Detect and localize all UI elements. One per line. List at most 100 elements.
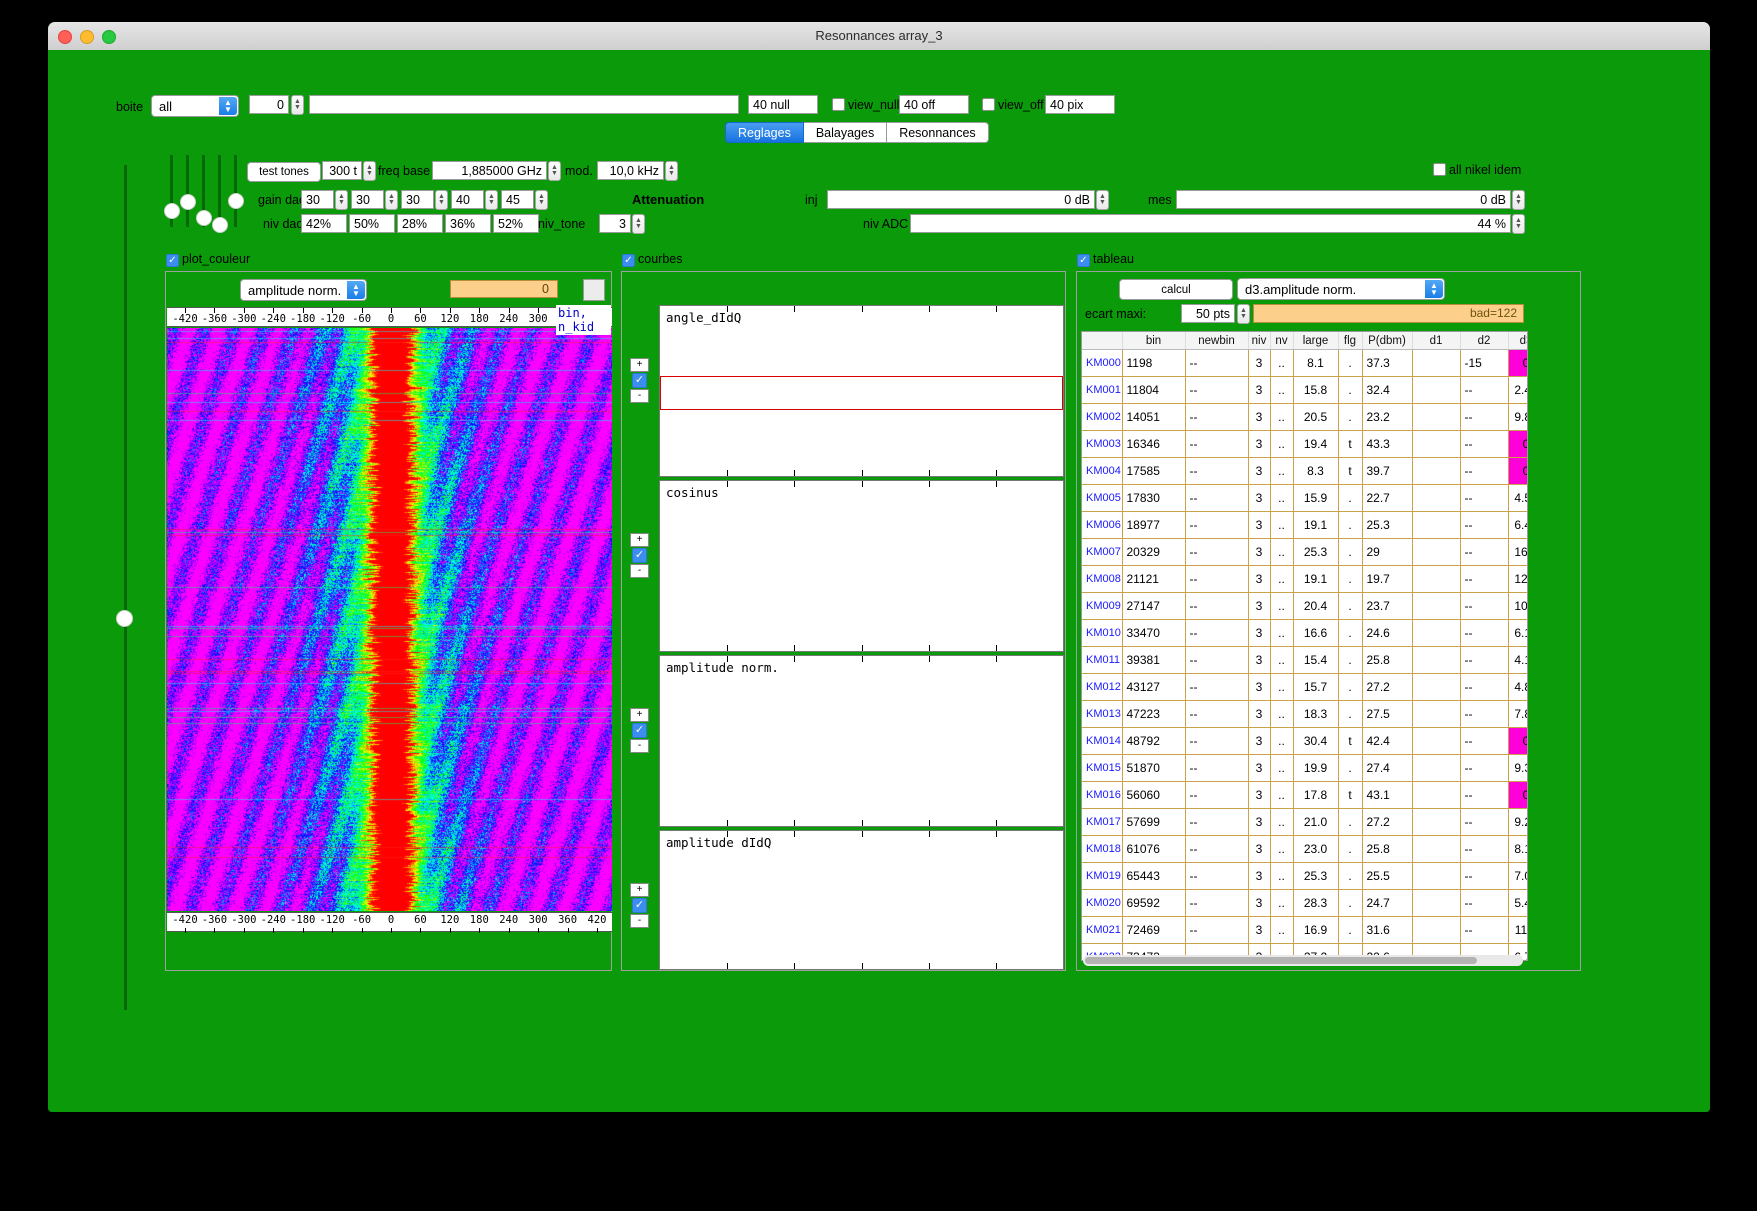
table-cell-d3[interactable]: 10.2 [1508, 592, 1527, 620]
table-cell-d3[interactable]: 4.17 [1508, 646, 1527, 674]
table-cell-d1[interactable] [1412, 835, 1461, 863]
table-cell-bin[interactable]: 27147 [1122, 592, 1186, 620]
table-cell-large[interactable]: 28.3 [1293, 889, 1339, 917]
table-cell-flg[interactable]: . [1338, 646, 1363, 674]
niv-tone-stepper[interactable]: ▲ ▼ [632, 214, 645, 234]
curve-enable-checkbox-0[interactable]: ✓ [632, 373, 647, 388]
table-row[interactable]: KM00111804--3..15.8.32.4--2.47 [1082, 376, 1527, 404]
table-cell-id[interactable]: KM002 [1082, 403, 1123, 431]
table-cell-bin[interactable]: 47223 [1122, 700, 1186, 728]
table-cell-d3[interactable]: 9.39 [1508, 754, 1527, 782]
niv-dac-input-3[interactable]: 36% [445, 214, 491, 233]
table-cell-large[interactable]: 8.3 [1293, 457, 1339, 485]
table-cell-bin[interactable]: 65443 [1122, 862, 1186, 890]
table-cell-flg[interactable]: t [1338, 430, 1363, 458]
test-tones-stepper[interactable]: ▲ ▼ [363, 161, 376, 181]
table-cell-large[interactable]: 20.5 [1293, 403, 1339, 431]
table-cell-niv[interactable]: 3 [1248, 916, 1271, 944]
table-cell-nv[interactable]: .. [1270, 862, 1294, 890]
curve-plot-amplitude-norm[interactable]: amplitude norm. [659, 655, 1064, 827]
table-cell-d1[interactable] [1412, 754, 1461, 782]
curve-enable-checkbox-1[interactable]: ✓ [632, 548, 647, 563]
table-cell-flg[interactable]: t [1338, 457, 1363, 485]
view-off-checkbox[interactable] [982, 98, 995, 111]
table-cell-nv[interactable]: .. [1270, 916, 1294, 944]
table-cell-d1[interactable] [1412, 862, 1461, 890]
table-cell-d2[interactable]: -- [1460, 592, 1509, 620]
table-cell-d1[interactable] [1412, 376, 1461, 404]
table-cell-nv[interactable]: .. [1270, 403, 1294, 431]
title-bar[interactable]: Resonnances array_3 [48, 22, 1710, 51]
table-cell-large[interactable]: 16.9 [1293, 916, 1339, 944]
table-cell-P(dbm)[interactable]: 27.5 [1362, 700, 1413, 728]
table-cell-nv[interactable]: .. [1270, 835, 1294, 863]
table-row[interactable]: KM00821121--3..19.1.19.7--12.3 [1082, 565, 1527, 593]
table-cell-nv[interactable]: .. [1270, 619, 1294, 647]
table-cell-d3[interactable]: 4.89 [1508, 673, 1527, 701]
table-cell-d2[interactable]: -- [1460, 403, 1509, 431]
table-cell-niv[interactable]: 3 [1248, 484, 1271, 512]
freq-base-input[interactable]: 1,885000 GHz [432, 161, 547, 180]
table-cell-id[interactable]: KM004 [1082, 457, 1123, 485]
table-cell-P(dbm)[interactable]: 24.6 [1362, 619, 1413, 647]
all-nikel-idem-checkbox[interactable] [1433, 163, 1446, 176]
table-cell-newbin[interactable]: -- [1185, 403, 1249, 431]
table-cell-niv[interactable]: 3 [1248, 538, 1271, 566]
table-cell-d2[interactable]: -- [1460, 511, 1509, 539]
table-cell-id[interactable]: KM013 [1082, 700, 1123, 728]
ecart-maxi-stepper[interactable]: ▲ ▼ [1237, 304, 1250, 324]
table-cell-d1[interactable] [1412, 511, 1461, 539]
table-cell-large[interactable]: 18.3 [1293, 700, 1339, 728]
test-tones-count-input[interactable]: 300 t [322, 161, 362, 180]
table-cell-d3[interactable]: 6.19 [1508, 619, 1527, 647]
table-cell-d2[interactable]: -- [1460, 754, 1509, 782]
table-cell-bin[interactable]: 11804 [1122, 376, 1186, 404]
table-cell-newbin[interactable]: -- [1185, 781, 1249, 809]
heatmap-canvas[interactable] [167, 328, 612, 911]
table-cell-flg[interactable]: . [1338, 700, 1363, 728]
table-cell-d3[interactable]: 4.53 [1508, 484, 1527, 512]
table-cell-id[interactable]: KM008 [1082, 565, 1123, 593]
table-cell-nv[interactable]: .. [1270, 430, 1294, 458]
table-cell-d3[interactable]: 7.82 [1508, 700, 1527, 728]
table-cell-d3[interactable]: 11.3 [1508, 916, 1527, 944]
table-cell-newbin[interactable]: -- [1185, 835, 1249, 863]
table-cell-flg[interactable]: t [1338, 727, 1363, 755]
table-header-bin[interactable]: bin [1122, 332, 1186, 350]
table-cell-flg[interactable]: . [1338, 619, 1363, 647]
curve-plus-button-2[interactable]: + [630, 708, 649, 722]
table-cell-large[interactable]: 19.4 [1293, 430, 1339, 458]
table-cell-newbin[interactable]: -- [1185, 700, 1249, 728]
table-cell-bin[interactable]: 43127 [1122, 673, 1186, 701]
table-cell-niv[interactable]: 3 [1248, 646, 1271, 674]
gain-dac-input-2[interactable]: 30 [401, 190, 434, 209]
table-cell-bin[interactable]: 14051 [1122, 403, 1186, 431]
table-cell-id[interactable]: KM006 [1082, 511, 1123, 539]
boite-index-stepper[interactable]: ▲ ▼ [291, 95, 304, 115]
calcul-button[interactable]: calcul [1119, 279, 1233, 300]
results-table-scroll[interactable]: binnewbinnivnvlargeflgP(dbm)d1d2d3 KM000… [1081, 331, 1528, 961]
curve-plot-amplitude-dIdQ[interactable]: amplitude dIdQ [659, 830, 1064, 970]
table-cell-large[interactable]: 15.9 [1293, 484, 1339, 512]
table-cell-newbin[interactable]: -- [1185, 619, 1249, 647]
tableau-checkbox[interactable]: ✓ [1077, 254, 1090, 267]
table-cell-flg[interactable]: . [1338, 349, 1363, 377]
table-cell-d3[interactable]: 7.02 [1508, 862, 1527, 890]
table-cell-P(dbm)[interactable]: 43.1 [1362, 781, 1413, 809]
path-input[interactable] [309, 95, 739, 114]
table-cell-id[interactable]: KM021 [1082, 916, 1123, 944]
table-cell-P(dbm)[interactable]: 25.3 [1362, 511, 1413, 539]
table-header-flg[interactable]: flg [1338, 332, 1363, 350]
table-cell-large[interactable]: 15.8 [1293, 376, 1339, 404]
table-cell-P(dbm)[interactable]: 25.5 [1362, 862, 1413, 890]
table-cell-niv[interactable]: 3 [1248, 673, 1271, 701]
table-cell-nv[interactable]: .. [1270, 565, 1294, 593]
table-cell-d3[interactable]: 0 [1508, 349, 1527, 377]
view-null-checkbox[interactable] [832, 98, 845, 111]
table-cell-nv[interactable]: .. [1270, 808, 1294, 836]
tab-bar[interactable]: Reglages Balayages Resonnances [725, 122, 989, 143]
table-cell-d1[interactable] [1412, 808, 1461, 836]
curve-plot-cosinus[interactable]: cosinus [659, 480, 1064, 652]
table-cell-d1[interactable] [1412, 727, 1461, 755]
table-cell-id[interactable]: KM001 [1082, 376, 1123, 404]
